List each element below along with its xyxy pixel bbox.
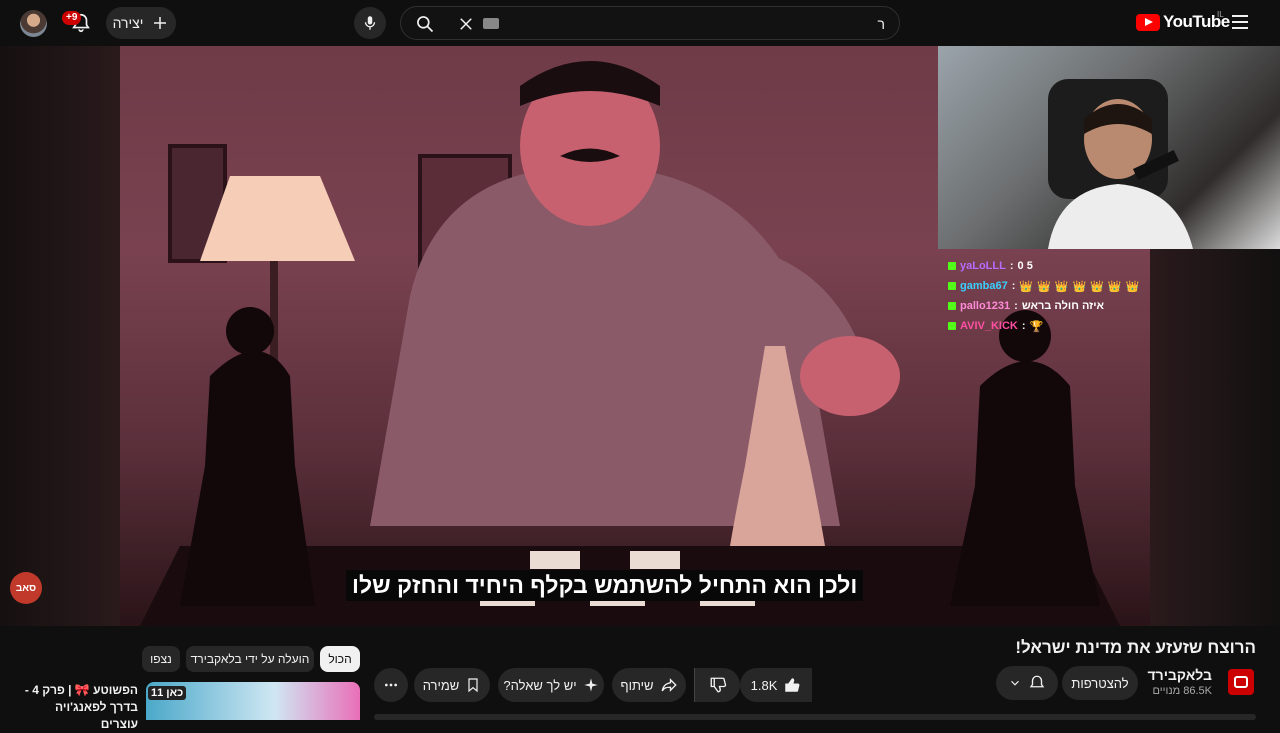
thumbs-up-icon [785, 678, 800, 692]
more-actions-button[interactable] [374, 668, 408, 702]
clear-search-icon[interactable] [457, 15, 475, 33]
microphone-icon [364, 16, 376, 30]
keyboard-icon[interactable] [483, 18, 499, 29]
watch-metadata: הרוצח שזעזע את מדינת ישראל! בלאקבירד 86.… [0, 626, 1280, 731]
share-label: שיתוף [620, 677, 654, 693]
chat-text: 🏆 [1029, 320, 1044, 333]
channel-watermark[interactable]: סאב [10, 572, 42, 604]
video-subtitle: ולכן הוא התחיל להשתמש בקלף היחיד והחזק ש… [346, 570, 864, 601]
video-player[interactable]: yaLoLLL : 0 5 gamba67 : 👑👑👑👑👑👑👑 pallo123… [0, 46, 1280, 626]
kick-badge-icon [948, 262, 956, 270]
chip-all[interactable]: הכול [320, 646, 360, 672]
hamburger-menu-icon[interactable] [1232, 15, 1248, 29]
logo-country-code: IL [1217, 10, 1224, 19]
chevron-down-icon [1011, 680, 1019, 686]
chat-user: pallo1231 [960, 300, 1011, 312]
create-label: יצירה [112, 15, 144, 31]
join-label: להצטרפות [1071, 675, 1129, 691]
dislike-button[interactable] [694, 668, 740, 702]
channel-avatar[interactable] [1228, 669, 1254, 695]
chat-text: איזה חולה בראש [1021, 300, 1105, 312]
voice-search-button[interactable] [354, 7, 386, 39]
account-avatar[interactable] [20, 10, 47, 37]
chat-user: gamba67 [960, 280, 1008, 292]
create-button[interactable]: יצירה [106, 7, 176, 39]
join-button[interactable]: להצטרפות [1062, 666, 1138, 700]
chat-user: yaLoLLL [960, 260, 1006, 272]
search-box[interactable]: ר [400, 6, 900, 40]
share-button[interactable]: שיתוף [612, 668, 686, 702]
search-icon[interactable] [415, 14, 435, 34]
chat-message: yaLoLLL : 0 5 [948, 256, 1228, 276]
kick-badge-icon [948, 302, 956, 310]
thumbs-down-icon [710, 677, 726, 693]
chat-separator: : [1021, 320, 1026, 332]
save-label: שמירה [422, 677, 460, 693]
channel-name[interactable]: בלאקבירד [1147, 667, 1212, 683]
chat-text: 👑👑👑👑👑👑👑 [1019, 280, 1144, 293]
chat-message: gamba67 : 👑👑👑👑👑👑👑 [948, 276, 1228, 296]
top-bar: +9 יצירה ר YouTube IL [0, 0, 1280, 46]
chip-from-channel[interactable]: הועלה על ידי בלאקבירד [186, 646, 314, 672]
like-count: 1.8K [750, 677, 778, 693]
youtube-play-icon [1136, 13, 1160, 31]
channel-logo-icon [1234, 676, 1248, 688]
share-icon [661, 678, 677, 692]
kick-badge-icon [948, 282, 956, 290]
recommended-thumbnail[interactable]: כאן 11 [146, 682, 360, 720]
plus-icon [154, 17, 167, 29]
bookmark-icon [468, 678, 478, 693]
chat-separator: : [1011, 280, 1016, 292]
like-button[interactable]: 1.8K [740, 668, 812, 702]
video-frame-left [0, 46, 120, 626]
stream-chat: yaLoLLL : 0 5 gamba67 : 👑👑👑👑👑👑👑 pallo123… [948, 256, 1228, 336]
description-box[interactable] [374, 714, 1256, 720]
search-input[interactable]: ר [878, 16, 885, 32]
channel-logo-badge: כאן 11 [148, 686, 187, 700]
chat-message: AVIV_KICK : 🏆 [948, 316, 1228, 336]
youtube-logo[interactable]: YouTube [1136, 12, 1230, 32]
chat-separator: : [1009, 260, 1014, 272]
chip-watched[interactable]: נצפו [142, 646, 180, 672]
bell-icon [1029, 675, 1045, 688]
streamer-webcam [938, 46, 1280, 249]
save-button[interactable]: שמירה [414, 668, 490, 702]
recommended-title[interactable]: הפשוטע 🎀 | פרק 4 - בדרך לפאנג'ויה עוצרים [20, 682, 138, 733]
ask-button[interactable]: יש לך שאלה? [498, 668, 604, 702]
chat-user: AVIV_KICK [960, 320, 1018, 332]
chat-text: 0 5 [1017, 260, 1033, 272]
ask-label: יש לך שאלה? [503, 677, 577, 693]
more-horizontal-icon [385, 683, 397, 687]
notifications-badge: +9 [62, 11, 82, 25]
kick-badge-icon [948, 322, 956, 330]
subscribe-notifications-button[interactable] [996, 666, 1058, 700]
sparkle-icon [583, 678, 598, 692]
streamer-figure [1048, 79, 1193, 249]
video-title: הרוצח שזעזע את מדינת ישראל! [1015, 638, 1256, 657]
chat-separator: : [1014, 300, 1018, 312]
subscriber-count: 86.5K מנויים [1152, 685, 1212, 697]
chat-message: pallo1231 : איזה חולה בראש [948, 296, 1228, 316]
